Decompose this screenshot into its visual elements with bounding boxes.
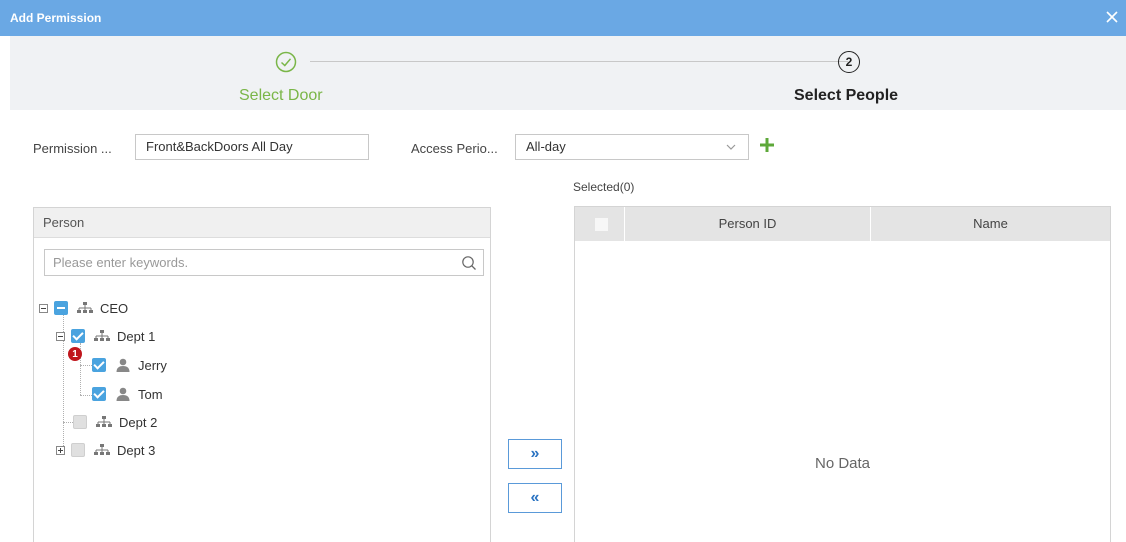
search-input[interactable]	[45, 250, 445, 275]
access-period-value: All-day	[526, 139, 566, 154]
access-period-label: Access Perio...	[411, 141, 498, 156]
org-chart-icon	[96, 416, 112, 427]
checkbox[interactable]	[71, 443, 85, 457]
remove-selected-button[interactable]: «	[508, 483, 562, 513]
person-icon	[116, 358, 130, 372]
tree-node-tom[interactable]: Tom	[92, 384, 163, 404]
step-select-door[interactable]: Select Door	[239, 87, 323, 105]
select-all-checkbox[interactable]	[595, 218, 608, 231]
step-connector	[310, 61, 848, 62]
add-selected-button[interactable]: »	[508, 439, 562, 469]
column-header-name[interactable]: Name	[871, 207, 1110, 241]
expand-toggle[interactable]	[56, 445, 65, 455]
tree-node-label: Dept 2	[119, 414, 158, 430]
org-chart-icon	[94, 444, 110, 455]
permission-name-label: Permission ...	[33, 141, 112, 156]
collapse-toggle[interactable]	[39, 303, 48, 313]
checkbox[interactable]	[92, 358, 106, 372]
selected-table: Person ID Name No Data	[574, 206, 1111, 542]
empty-state-text: No Data	[814, 455, 871, 472]
search-box	[44, 249, 484, 276]
tree-node-dept-3[interactable]: Dept 3	[56, 440, 155, 460]
access-period-select[interactable]: All-day	[515, 134, 749, 160]
callout-badge-1: 1	[68, 347, 82, 361]
selected-count: Selected(0)	[573, 180, 635, 194]
tree-node-jerry[interactable]: Jerry	[92, 355, 167, 375]
check-circle-icon	[275, 51, 297, 73]
person-icon	[116, 387, 130, 401]
tree-node-dept-2[interactable]: Dept 2	[73, 412, 157, 432]
wizard-steps: 2 Select Door Select People	[10, 36, 1126, 110]
org-chart-icon	[77, 302, 93, 313]
tree-node-label: Dept 1	[117, 328, 156, 344]
step-select-people[interactable]: Select People	[794, 87, 898, 105]
tree-node-label: Jerry	[138, 357, 167, 373]
step-number-badge: 2	[838, 51, 860, 73]
tree-node-dept-1[interactable]: Dept 1	[56, 326, 155, 346]
checkbox[interactable]	[71, 329, 85, 343]
checkbox[interactable]	[73, 415, 87, 429]
close-icon[interactable]	[1104, 9, 1120, 25]
checkbox[interactable]	[54, 301, 68, 315]
search-icon[interactable]	[461, 255, 477, 271]
tree-guide	[80, 365, 92, 366]
header-checkbox-cell	[575, 207, 625, 241]
tree-node-label: Tom	[138, 386, 163, 402]
collapse-toggle[interactable]	[56, 331, 65, 341]
tree-node-ceo[interactable]: CEO	[39, 298, 128, 318]
tree-node-label: Dept 3	[117, 442, 156, 458]
dialog-title: Add Permission	[10, 11, 102, 25]
person-panel: Person CEO Dept 1	[33, 207, 491, 542]
plus-icon[interactable]	[759, 137, 775, 153]
dialog-titlebar: Add Permission	[0, 0, 1126, 36]
org-chart-icon	[94, 330, 110, 341]
chevron-down-icon	[726, 144, 736, 150]
column-header-person-id[interactable]: Person ID	[625, 207, 871, 241]
tree-guide	[80, 395, 92, 396]
permission-name-field[interactable]: Front&BackDoors All Day	[135, 134, 369, 160]
tree-node-label: CEO	[100, 300, 129, 316]
checkbox[interactable]	[92, 387, 106, 401]
person-panel-header: Person	[34, 208, 490, 238]
table-header: Person ID Name	[575, 207, 1110, 241]
